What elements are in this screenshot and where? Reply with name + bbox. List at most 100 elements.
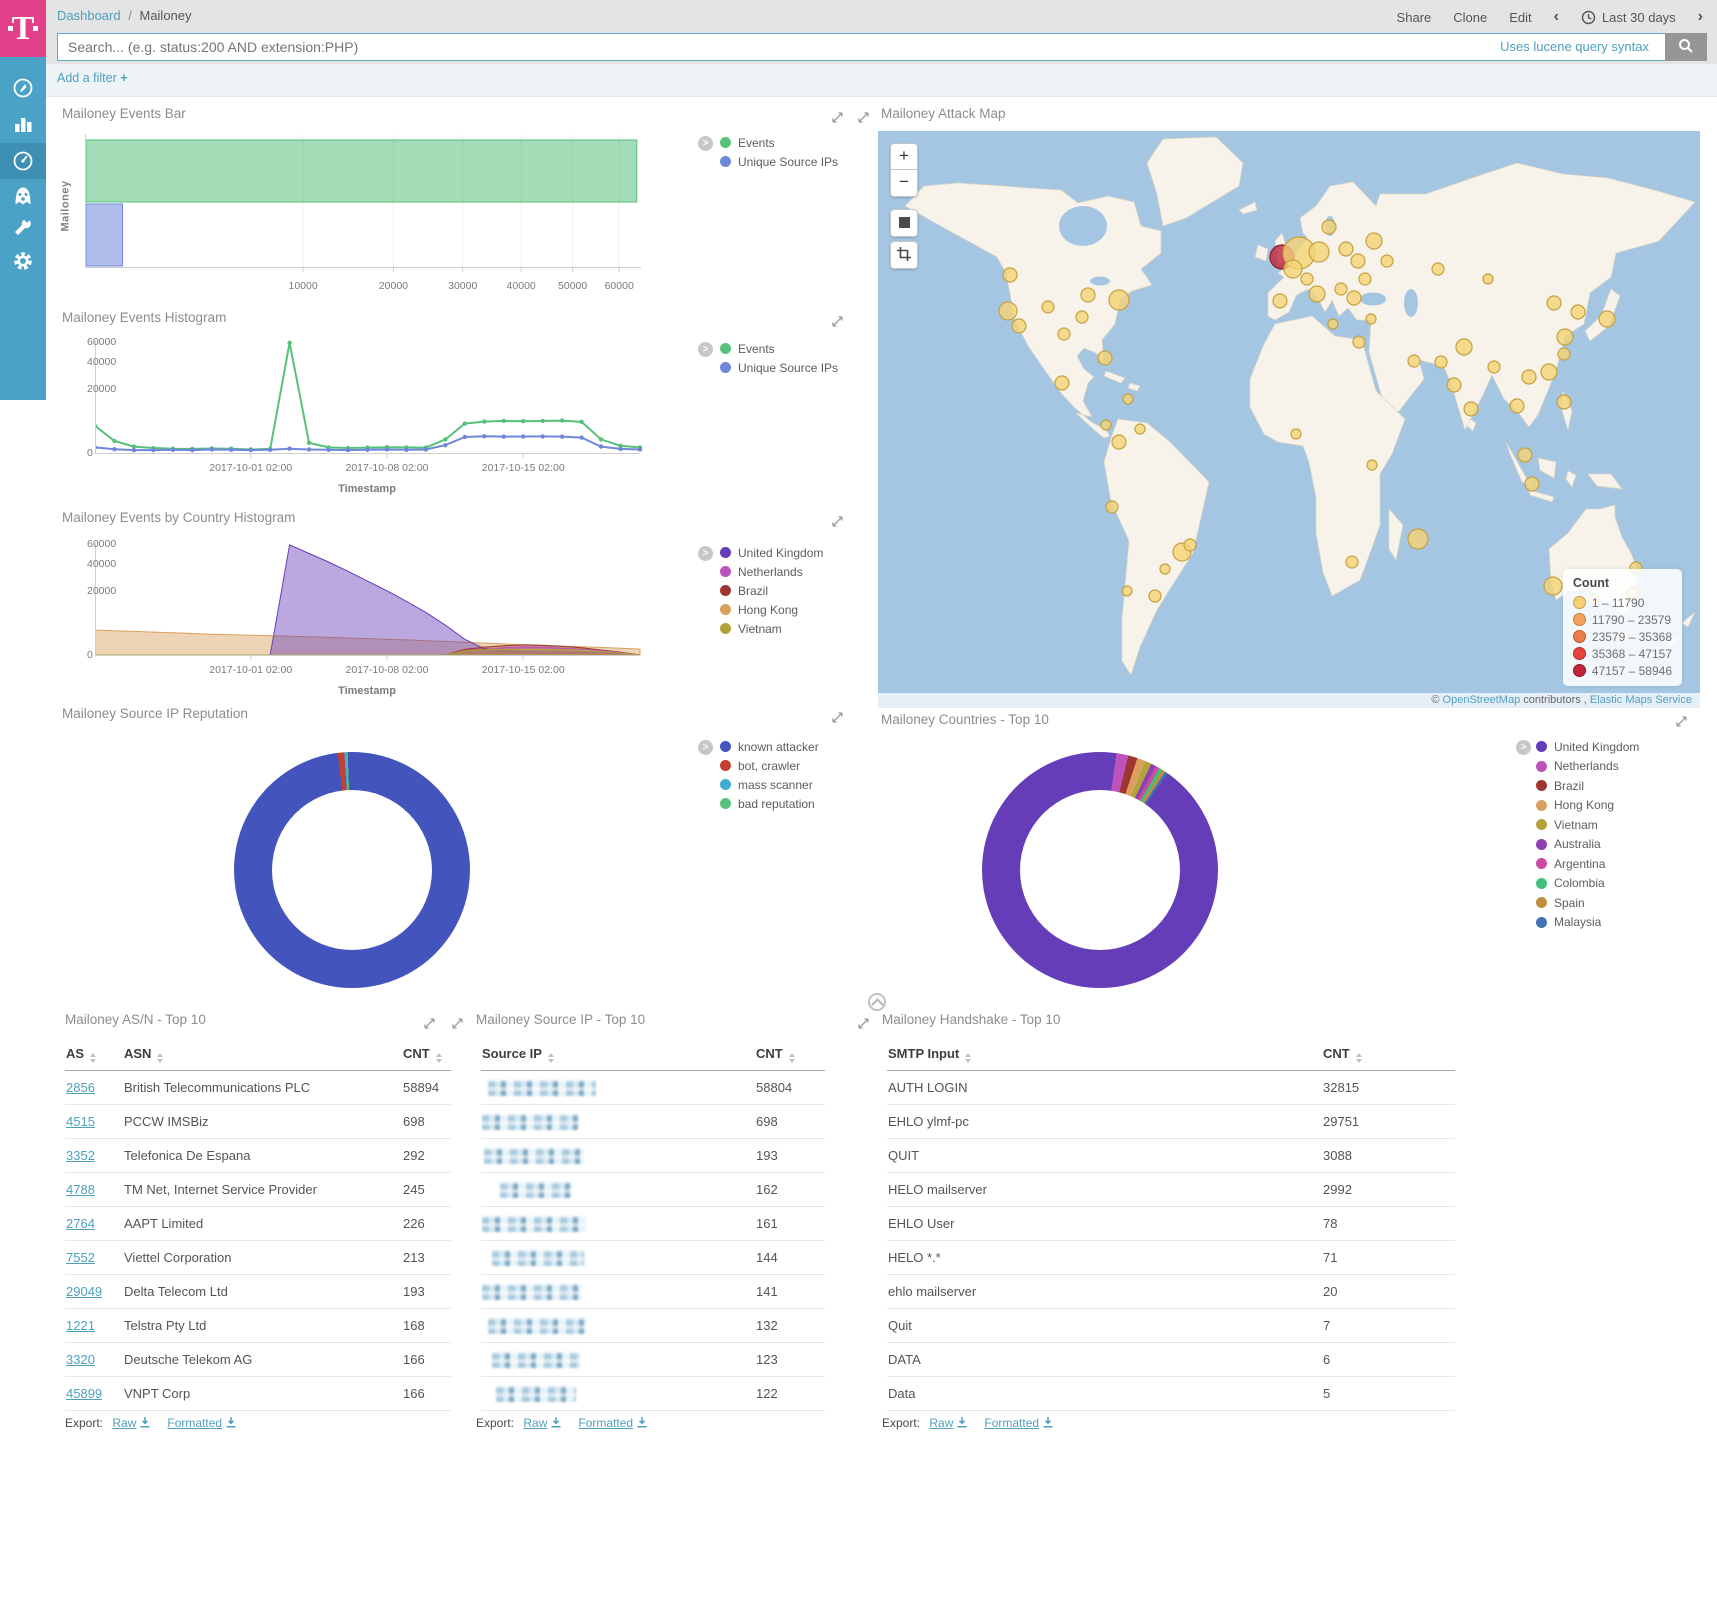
table-row[interactable]: 4788TM Net, Internet Service Provider245 xyxy=(65,1173,451,1207)
sidebar-item-visualize[interactable] xyxy=(0,107,46,141)
legend-item[interactable]: Spain xyxy=(1536,893,1639,913)
legend-item[interactable]: United Kingdom xyxy=(720,543,823,562)
table-row[interactable]: 141 xyxy=(481,1275,825,1309)
table-row[interactable]: HELO *.*71 xyxy=(887,1241,1455,1275)
export-raw-link[interactable]: Raw xyxy=(929,1416,953,1430)
as-link[interactable]: 3320 xyxy=(66,1352,95,1367)
export-raw-link[interactable]: Raw xyxy=(112,1416,136,1430)
as-link[interactable]: 45899 xyxy=(66,1386,102,1401)
table-row[interactable]: 698 xyxy=(481,1105,825,1139)
sidebar-item-management[interactable] xyxy=(0,244,46,278)
legend-toggle-icon[interactable]: > xyxy=(698,342,713,357)
export-formatted-link[interactable]: Formatted xyxy=(984,1416,1039,1430)
collapse-up-icon[interactable] xyxy=(868,993,886,1011)
legend-item[interactable]: Unique Source IPs xyxy=(720,152,838,171)
app-logo[interactable]: T xyxy=(0,0,46,57)
sort-icon[interactable] xyxy=(1356,1053,1362,1063)
breadcrumb-dashboard-link[interactable]: Dashboard xyxy=(57,8,121,23)
map-zoom-out-button[interactable]: − xyxy=(890,169,918,197)
table-row[interactable]: EHLO ylmf-pc29751 xyxy=(887,1105,1455,1139)
sidebar-item-devtools[interactable] xyxy=(0,209,46,243)
legend-item[interactable]: bad reputation xyxy=(720,794,819,813)
attack-map[interactable]: + − Count 1 – 1179011790 – 2357923579 – … xyxy=(878,131,1700,708)
events-bar-chart[interactable] xyxy=(85,134,655,276)
legend-item[interactable]: Vietnam xyxy=(1536,815,1639,835)
legend-item[interactable]: Vietnam xyxy=(720,619,823,638)
export-formatted-link[interactable]: Formatted xyxy=(167,1416,222,1430)
table-row[interactable]: DATA6 xyxy=(887,1343,1455,1377)
as-link[interactable]: 2764 xyxy=(66,1216,95,1231)
column-header-asn[interactable]: ASN xyxy=(123,1038,402,1071)
legend-item[interactable]: Brazil xyxy=(1536,776,1639,796)
time-picker[interactable]: Last 30 days xyxy=(1581,10,1676,25)
legend-item[interactable]: Brazil xyxy=(720,581,823,600)
osm-link[interactable]: OpenStreetMap xyxy=(1443,694,1521,706)
legend-item[interactable]: Netherlands xyxy=(720,562,823,581)
sidebar-item-discover[interactable] xyxy=(0,71,46,105)
sidebar-item-dashboard[interactable] xyxy=(0,144,46,178)
table-row[interactable]: QUIT3088 xyxy=(887,1139,1455,1173)
countries-donut[interactable] xyxy=(982,752,1218,988)
table-row[interactable]: 45899VNPT Corp166 xyxy=(65,1377,451,1411)
as-link[interactable]: 4515 xyxy=(66,1114,95,1129)
legend-item[interactable]: Unique Source IPs xyxy=(720,358,838,377)
table-row[interactable]: 1221Telstra Pty Ltd168 xyxy=(65,1309,451,1343)
sidebar-item-timelion[interactable] xyxy=(0,179,46,213)
legend-item[interactable]: Events xyxy=(720,339,838,358)
sort-icon[interactable] xyxy=(90,1053,96,1063)
expand-icon[interactable] xyxy=(452,1016,463,1034)
legend-item[interactable]: Argentina xyxy=(1536,854,1639,874)
legend-item[interactable]: bot, crawler xyxy=(720,756,819,775)
legend-item[interactable]: Colombia xyxy=(1536,874,1639,894)
table-row[interactable]: 161 xyxy=(481,1207,825,1241)
column-header-source-ip[interactable]: Source IP xyxy=(481,1038,755,1071)
lucene-syntax-link[interactable]: Uses lucene query syntax xyxy=(1494,39,1649,54)
edit-button[interactable]: Edit xyxy=(1509,10,1531,25)
table-row[interactable]: 3320Deutsche Telekom AG166 xyxy=(65,1343,451,1377)
map-fit-button[interactable] xyxy=(890,209,918,237)
legend-toggle-icon[interactable]: > xyxy=(698,136,713,151)
sort-icon[interactable] xyxy=(436,1053,442,1063)
table-row[interactable]: 4515PCCW IMSBiz698 xyxy=(65,1105,451,1139)
as-link[interactable]: 4788 xyxy=(66,1182,95,1197)
as-link[interactable]: 7552 xyxy=(66,1250,95,1265)
map-zoom-in-button[interactable]: + xyxy=(890,143,918,170)
table-row[interactable]: 193 xyxy=(481,1139,825,1173)
table-row[interactable]: AUTH LOGIN32815 xyxy=(887,1071,1455,1105)
column-header-cnt[interactable]: CNT xyxy=(755,1038,825,1071)
as-link[interactable]: 3352 xyxy=(66,1148,95,1163)
country-histogram-chart[interactable] xyxy=(95,542,651,662)
expand-icon[interactable] xyxy=(858,110,869,128)
sort-icon[interactable] xyxy=(157,1053,163,1063)
legend-item[interactable]: known attacker xyxy=(720,737,819,756)
legend-item[interactable]: United Kingdom xyxy=(1536,737,1639,757)
table-row[interactable]: 162 xyxy=(481,1173,825,1207)
expand-icon[interactable] xyxy=(832,314,843,332)
table-row[interactable]: 132 xyxy=(481,1309,825,1343)
legend-item[interactable]: Netherlands xyxy=(1536,757,1639,777)
reputation-donut[interactable] xyxy=(234,752,470,988)
expand-icon[interactable] xyxy=(1676,714,1687,732)
time-next-button[interactable]: › xyxy=(1698,8,1703,26)
sort-icon[interactable] xyxy=(965,1053,971,1063)
table-row[interactable]: 3352Telefonica De Espana292 xyxy=(65,1139,451,1173)
column-header-as[interactable]: AS xyxy=(65,1038,123,1071)
map-draw-button[interactable] xyxy=(890,241,918,269)
search-input[interactable] xyxy=(57,33,1705,61)
legend-item[interactable]: Hong Kong xyxy=(1536,796,1639,816)
legend-item[interactable]: Events xyxy=(720,133,838,152)
legend-toggle-icon[interactable]: > xyxy=(698,740,713,755)
table-row[interactable]: 7552Viettel Corporation213 xyxy=(65,1241,451,1275)
as-link[interactable]: 29049 xyxy=(66,1284,102,1299)
add-filter[interactable]: Add a filter + xyxy=(57,71,128,85)
search-button[interactable] xyxy=(1665,33,1707,61)
share-button[interactable]: Share xyxy=(1397,10,1432,25)
expand-icon[interactable] xyxy=(832,710,843,728)
expand-icon[interactable] xyxy=(424,1016,435,1034)
as-link[interactable]: 1221 xyxy=(66,1318,95,1333)
table-row[interactable]: ehlo mailserver20 xyxy=(887,1275,1455,1309)
table-row[interactable]: 2856British Telecommunications PLC58894 xyxy=(65,1071,451,1105)
expand-icon[interactable] xyxy=(858,1016,869,1034)
table-row[interactable]: HELO mailserver2992 xyxy=(887,1173,1455,1207)
column-header-smtp-input[interactable]: SMTP Input xyxy=(887,1038,1322,1071)
